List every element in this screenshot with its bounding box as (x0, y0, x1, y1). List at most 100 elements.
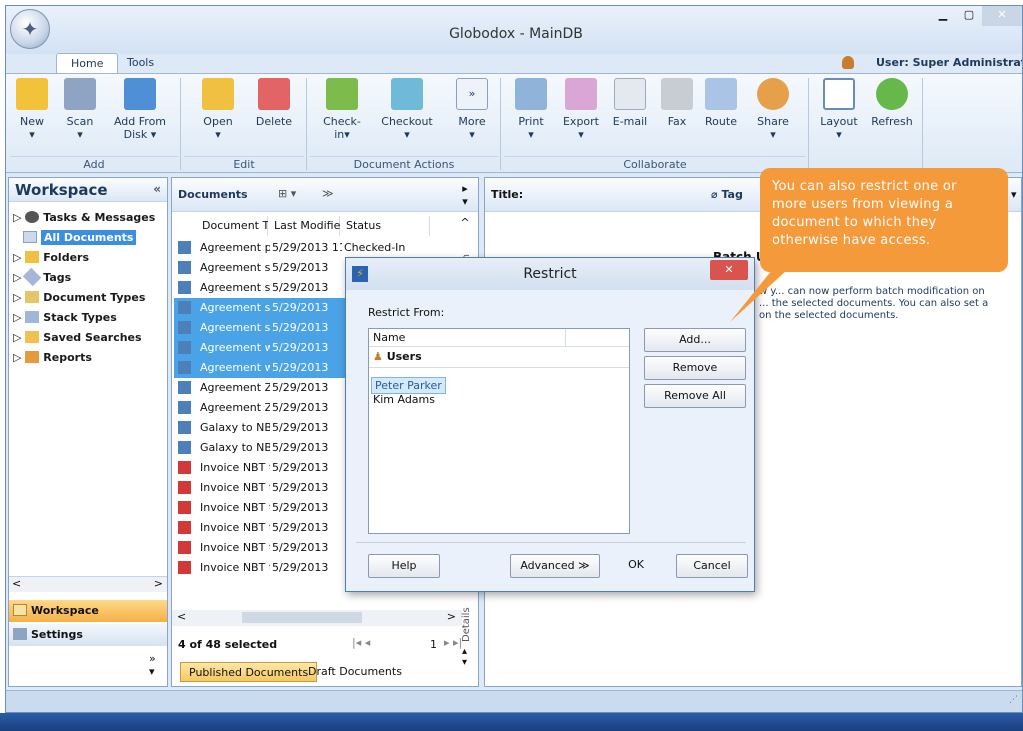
resize-grip-icon[interactable]: ⋰ (1009, 695, 1018, 705)
minimize-icon[interactable]: ▁ (930, 6, 956, 26)
expand-pane-icon[interactable]: ▸ ▾ (458, 182, 472, 212)
tab-tools[interactable]: Tools (113, 53, 168, 74)
delete-icon (258, 78, 290, 110)
ribbon-separator (180, 78, 181, 170)
checkin-button[interactable]: Check-in▾ (318, 78, 366, 154)
row-cell-title: Invoice NBT to... (200, 501, 270, 514)
collapse-icon[interactable]: « (153, 182, 161, 196)
print-button[interactable]: Print ▾ (510, 78, 552, 154)
scanner-icon (64, 78, 96, 110)
fax-button[interactable]: Fax (658, 78, 696, 154)
help-button[interactable]: Help (368, 554, 440, 578)
image-file-icon (178, 441, 191, 454)
restrict-list[interactable]: Name ♟ Users Peter Parker Kim Adams (368, 328, 630, 534)
scan-label: Scan (66, 115, 94, 128)
row-cell-modified: 5/29/2013 (272, 461, 329, 474)
advanced-button[interactable]: Advanced ≫ (510, 554, 600, 578)
image-file-icon (178, 321, 191, 334)
ribbon-separator (922, 78, 923, 170)
users-group-text: Users (386, 350, 422, 363)
scroll-right-icon[interactable]: > (447, 610, 456, 623)
app-menu-orb[interactable]: ✦ (10, 9, 50, 49)
scroll-left-icon[interactable]: < (12, 577, 21, 590)
configure-buttons-icon[interactable]: » ▾ (149, 652, 156, 678)
tab-home[interactable]: Home (56, 53, 119, 74)
open-button[interactable]: Open ▾ (196, 78, 240, 154)
new-button[interactable]: New ▾ (12, 78, 52, 154)
share-button[interactable]: Share ▾ (752, 78, 794, 154)
nav-document-types[interactable]: ▷ Document Types (9, 288, 167, 308)
nav-saved-searches[interactable]: ▷ Saved Searches (9, 328, 167, 348)
column-header-status[interactable]: Status (340, 216, 430, 236)
horizontal-scrollbar[interactable]: < > (9, 576, 167, 592)
details-side-tab[interactable]: Details (461, 606, 475, 642)
checkout-button[interactable]: Checkout ▾ (378, 78, 436, 154)
dialog-title: Restrict (523, 266, 577, 282)
close-window-button[interactable]: ✕ (982, 6, 1022, 26)
tab-draft-documents[interactable]: Draft Documents (300, 662, 410, 682)
nav-tasks-messages[interactable]: ▷ Tasks & Messages (9, 208, 167, 228)
nav-stack-types[interactable]: ▷ Stack Types (9, 308, 167, 328)
maximize-icon[interactable]: ▢ (956, 6, 982, 26)
scan-button[interactable]: Scan ▾ (60, 78, 100, 154)
add-from-disk-button[interactable]: Add From Disk ▾ (106, 78, 174, 154)
tag-icon (23, 267, 42, 287)
workspace-icon (13, 604, 27, 616)
collapse-chevron-icon[interactable]: ≫ (322, 187, 334, 200)
pager-first-icon[interactable]: |◂ ◂ (352, 636, 370, 649)
group-add: Add (10, 156, 178, 172)
remove-button[interactable]: Remove (644, 356, 746, 380)
title-label: Title: (491, 188, 524, 201)
scroll-thumb[interactable] (242, 612, 362, 623)
column-header-title[interactable]: Document Title (196, 216, 286, 236)
user-item-kim-adams[interactable]: Kim Adams (373, 393, 435, 406)
documents-h-scrollbar[interactable]: < > (172, 610, 462, 626)
row-cell-modified: 5/29/2013 (272, 541, 329, 554)
row-cell-modified: 5/29/2013 (272, 361, 329, 374)
nav-folders[interactable]: ▷ Folders (9, 248, 167, 268)
export-label: Export (562, 115, 599, 128)
advanced-label: Advanced (520, 559, 575, 572)
share-label: Share (757, 115, 789, 128)
bottom-nav-workspace[interactable]: Workspace (9, 600, 167, 622)
layout-button[interactable]: Layout ▾ (816, 78, 862, 154)
cancel-button[interactable]: Cancel (676, 554, 748, 578)
users-group-label: ♟ Users (373, 350, 422, 363)
bottom-nav-settings[interactable]: Settings (9, 624, 167, 646)
user-item-peter-parker[interactable]: Peter Parker (371, 377, 446, 394)
dropdown-arrow-icon[interactable]: ▾ (1011, 188, 1017, 201)
row-cell-title: Agreement spc (200, 301, 270, 314)
nav-all-documents[interactable]: All Documents (19, 228, 159, 248)
ok-button[interactable]: OK (600, 554, 672, 578)
scroll-left-icon[interactable]: < (177, 610, 186, 623)
row-cell-title: Galaxy to NBT 9... (200, 441, 270, 454)
nav-tags[interactable]: ▷ Tags (9, 267, 167, 288)
export-icon (565, 78, 597, 110)
add-button[interactable]: Add... (644, 328, 746, 352)
view-mode-icon[interactable]: ⊞ ▾ (278, 187, 296, 200)
checkin-label: Check-in (323, 115, 361, 141)
list-header-name: Name (373, 331, 406, 344)
remove-all-button[interactable]: Remove All (644, 384, 746, 408)
settings-icon (13, 628, 27, 640)
image-file-icon (178, 261, 191, 274)
table-row[interactable]: Agreement petrox5/29/2013 11:24...Checke… (174, 238, 464, 258)
scroll-right-icon[interactable]: > (154, 577, 163, 590)
chevron-down-icon: ≫ (578, 559, 590, 572)
details-toggle-icon[interactable]: ▴ ▾ (462, 646, 467, 668)
export-button[interactable]: Export ▾ (558, 78, 604, 154)
open-label: Open (203, 115, 233, 128)
email-button[interactable]: E-mail (610, 78, 650, 154)
nav-reports[interactable]: ▷ Reports (9, 348, 167, 368)
more-button[interactable]: » More ▾ (452, 78, 492, 154)
pager-last-icon[interactable]: ▸ ▸| (444, 636, 462, 649)
route-button[interactable]: Route (700, 78, 742, 154)
tab-published-documents[interactable]: Published Documents (180, 662, 318, 682)
row-cell-title: Agreement petrox (200, 241, 270, 254)
delete-button[interactable]: Delete (250, 78, 298, 154)
column-header-modified[interactable]: Last Modified On (268, 216, 366, 236)
refresh-button[interactable]: Refresh (868, 78, 916, 154)
tags-label[interactable]: ⌀ Tag (711, 188, 743, 201)
pdf-file-icon (178, 481, 191, 494)
nav-label: All Documents (41, 230, 137, 245)
